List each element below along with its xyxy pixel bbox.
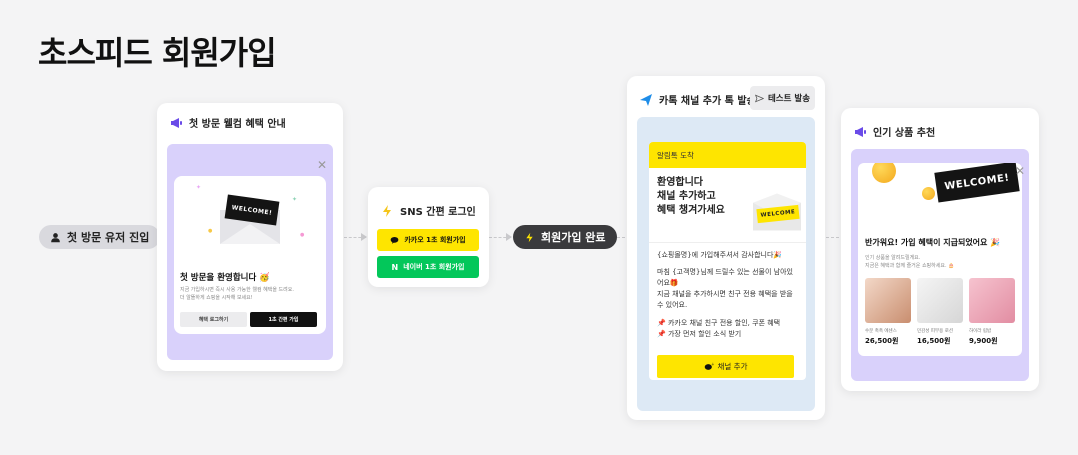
body-line: {쇼핑몰명}에 가입해주셔서 감사합니다🎉	[657, 251, 783, 259]
welcome-benefit-card: 첫 방문 웰컴 혜택 안내 ✕ ✦ ✦ ● ● WELCOME! 첫 방문을 환…	[157, 103, 343, 371]
headline-line: 채널 추가하고	[657, 191, 716, 202]
confetti-icon: ●	[300, 232, 305, 238]
megaphone-icon	[855, 126, 866, 137]
connector	[826, 237, 839, 238]
paper-plane-icon	[640, 93, 652, 106]
popular-card-header: 인기 상품 추천	[853, 124, 935, 139]
ticket-text: WELCOME!	[943, 172, 1011, 193]
test-send-label: 테스트 발송	[767, 94, 811, 104]
alimtalk-message: 알림톡 도착 환영합니다 채널 추가하고 혜택 챙겨가세요 WELCOME {쇼…	[649, 142, 806, 380]
kakao-preview-bg: 알림톡 도착 환영합니다 채널 추가하고 혜택 챙겨가세요 WELCOME {쇼…	[637, 117, 815, 411]
welcome-modal-desc: 더 알뜰하게 쇼핑을 시작해 보세요!	[180, 295, 253, 301]
confetti-icon: ●	[208, 228, 213, 234]
popular-modal-desc: 인기 상품을 알려드릴게요.	[865, 255, 921, 261]
megaphone-icon	[171, 117, 182, 128]
naver-signup-button[interactable]: N 네이버 1초 회원가입	[377, 256, 479, 278]
popular-modal-desc: 지금은 혜택과 함께 즐거운 쇼핑하세요. 🎂	[865, 263, 955, 269]
product-image	[865, 278, 911, 323]
ticket-text: WELCOME!	[231, 203, 273, 217]
popular-card-title: 인기 상품 추천	[873, 128, 936, 139]
naver-n-icon: N	[391, 262, 399, 272]
welcome-card-title: 첫 방문 웰컴 혜택 안내	[189, 119, 286, 130]
product-price: 9,900원	[969, 337, 998, 345]
connector-arrow	[361, 233, 367, 241]
alimtalk-header: 알림톡 도착	[649, 142, 806, 168]
product-image	[969, 278, 1015, 323]
user-icon	[51, 232, 60, 242]
kakao-card-title: 카톡 채널 추가 톡 발송	[659, 96, 756, 107]
alimtalk-headline: 환영합니다 채널 추가하고 혜택 챙겨가세요	[657, 176, 725, 218]
popular-preview-bg: ✕ WELCOME! 반가워요! 가입 혜택이 지급되었어요 🎉 인기 상품을 …	[851, 149, 1029, 381]
add-channel-button[interactable]: + 채널 추가	[657, 355, 794, 378]
welcome-card-header: 첫 방문 웰컴 혜택 안내	[169, 115, 286, 130]
welcome-modal: ✦ ✦ ● ● WELCOME! 첫 방문을 환영합니다 🥳 지금 가입하시면 …	[174, 176, 326, 334]
body-line: 지금 채널을 추가하시면 친구 전용 혜택을 받을	[657, 290, 793, 298]
connector-arrow	[506, 233, 512, 241]
product-item[interactable]: 하이라 립밤 9,900원	[969, 278, 1015, 346]
popular-modal-title: 반가워요! 가입 혜택이 지급되었어요 🎉	[865, 238, 1001, 247]
ticket-text: WELCOME	[760, 209, 796, 219]
lightning-icon	[383, 204, 391, 217]
welcome-ticket: WELCOME!	[934, 163, 1020, 203]
product-price: 16,500원	[917, 337, 951, 345]
kakao-chat-icon	[391, 236, 399, 244]
body-line: 📌 카카오 채널 친구 전용 할인, 쿠폰 혜택	[657, 319, 781, 327]
test-send-button[interactable]: 테스트 발송	[750, 86, 815, 110]
complete-step-pill: 회원가입 완료	[513, 225, 617, 249]
add-channel-label: 채널 추가	[717, 362, 748, 371]
kakao-channel-card: 카톡 채널 추가 톡 발송 테스트 발송 알림톡 도착 환영합니다 채널 추가하…	[627, 76, 825, 420]
coin-icon	[922, 187, 935, 200]
product-name: 민감성 피부용 로션	[917, 329, 953, 334]
complete-step-label: 회원가입 완료	[541, 231, 606, 244]
kakao-chat-plus-icon: +	[704, 362, 714, 370]
divider	[649, 242, 806, 243]
product-item[interactable]: 수분 촉촉 에센스 26,500원	[865, 278, 911, 346]
product-image	[917, 278, 963, 323]
alimtalk-body: {쇼핑몰명}에 가입해주셔서 감사합니다🎉 마침 {고객명}님께 드릴수 있는 …	[657, 250, 802, 340]
body-line: 어요🎁	[657, 279, 679, 287]
confetti-icon: ✦	[292, 196, 298, 203]
body-line: 📌 가장 먼저 할인 소식 받기	[657, 330, 742, 338]
welcome-preview-bg: ✕ ✦ ✦ ● ● WELCOME! 첫 방문을 환영합니다 🥳 지금 가입하시…	[167, 144, 333, 360]
lightning-icon	[526, 232, 533, 242]
kakao-signup-button[interactable]: 카카오 1초 회원가입	[377, 229, 479, 251]
page-title: 초스피드 회원가입	[38, 34, 277, 72]
sns-card-header: SNS 간편 로그인	[380, 203, 476, 218]
close-icon[interactable]: ✕	[1015, 165, 1025, 177]
confetti-icon: ✦	[196, 184, 202, 191]
headline-line: 혜택 챙겨가세요	[657, 205, 725, 216]
coin-icon	[872, 163, 896, 183]
body-line: 수 있어요.	[657, 301, 688, 309]
body-line: 마침 {고객명}님께 드릴수 있는 선물이 남아있	[657, 268, 793, 276]
send-icon	[754, 94, 764, 102]
product-name: 하이라 립밤	[969, 329, 992, 334]
benefit-log-button[interactable]: 혜택 로그하기	[180, 312, 247, 327]
welcome-modal-title: 첫 방문을 환영합니다 🥳	[180, 273, 270, 283]
headline-line: 환영합니다	[657, 177, 703, 188]
sns-card-title: SNS 간편 로그인	[400, 207, 476, 218]
start-step-pill: 첫 방문 유저 진입	[39, 225, 161, 249]
product-price: 26,500원	[865, 337, 899, 345]
close-icon[interactable]: ✕	[317, 159, 327, 171]
kakao-card-header: 카톡 채널 추가 톡 발송	[639, 92, 756, 107]
start-step-label: 첫 방문 유저 진입	[67, 231, 150, 244]
quick-signup-button[interactable]: 1초 간편 가입	[250, 312, 317, 327]
kakao-signup-label: 카카오 1초 회원가입	[404, 236, 466, 244]
product-item[interactable]: 민감성 피부용 로션 16,500원	[917, 278, 963, 346]
product-name: 수분 촉촉 에센스	[865, 329, 897, 334]
popular-products-card: 인기 상품 추천 ✕ WELCOME! 반가워요! 가입 혜택이 지급되었어요 …	[841, 108, 1039, 391]
naver-signup-label: 네이버 1초 회원가입	[403, 263, 465, 271]
sns-login-card: SNS 간편 로그인 카카오 1초 회원가입 N 네이버 1초 회원가입	[368, 187, 489, 287]
popular-modal: WELCOME! 반가워요! 가입 혜택이 지급되었어요 🎉 인기 상품을 알려…	[858, 163, 1022, 356]
welcome-modal-desc: 지금 가입하시면 즉시 사용 가능한 웰컴 혜택을 드려요.	[180, 287, 294, 293]
svg-text:+: +	[711, 362, 714, 368]
